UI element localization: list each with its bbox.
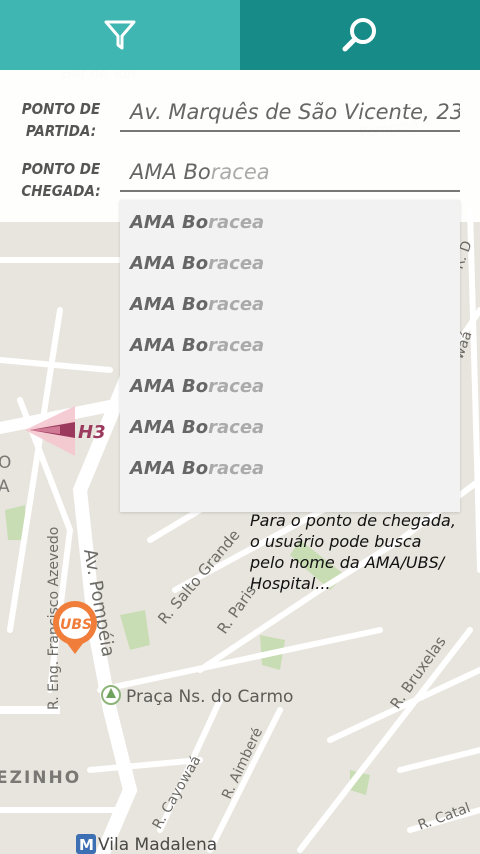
suggestion-dropdown: AMA Boracea AMA Boracea AMA Boracea AMA … <box>120 200 460 512</box>
suggestion-item[interactable]: AMA Boracea <box>120 325 460 366</box>
suggestion-item[interactable]: AMA Boracea <box>120 284 460 325</box>
svg-text:UBS: UBS <box>60 617 92 633</box>
filter-funnel-icon <box>104 20 136 50</box>
origin-label: PONTO DE PARTIDA: <box>21 100 101 140</box>
svg-text:A: A <box>0 477 10 497</box>
svg-text:EZINHO: EZINHO <box>0 768 81 788</box>
svg-text:M: M <box>79 836 94 854</box>
place-vila-madalena: Vila Madalena <box>98 835 217 854</box>
place-praca: Praça Ns. do Carmo <box>126 687 293 707</box>
filter-button[interactable] <box>0 0 240 70</box>
svg-text:O: O <box>0 453 11 473</box>
suggestion-item[interactable]: AMA Boracea <box>120 407 460 448</box>
origin-row: PONTO DE PARTIDA: Av. Marquês de São Vic… <box>0 94 480 154</box>
suggestion-item[interactable]: AMA Boracea <box>120 243 460 284</box>
suggestion-item[interactable]: AMA Boracea <box>120 202 460 243</box>
suggestion-item[interactable]: AMA Boracea <box>120 366 460 407</box>
suggestion-item[interactable]: AMA Boracea <box>120 448 460 489</box>
h3-label: H3 <box>78 422 106 443</box>
destination-label: PONTO DE CHEGADA: <box>21 160 101 200</box>
destination-completion: racea <box>210 160 270 184</box>
destination-input[interactable]: AMA Boracea <box>120 154 460 192</box>
search-icon <box>342 18 376 52</box>
top-toolbar <box>0 0 480 70</box>
annotation-note: Para o ponto de chegada, o usuário pode … <box>250 511 456 593</box>
destination-typed: AMA Bo <box>130 160 211 184</box>
search-button[interactable] <box>240 0 480 70</box>
origin-input[interactable]: Av. Marquês de São Vicente, 239 <box>120 94 460 132</box>
